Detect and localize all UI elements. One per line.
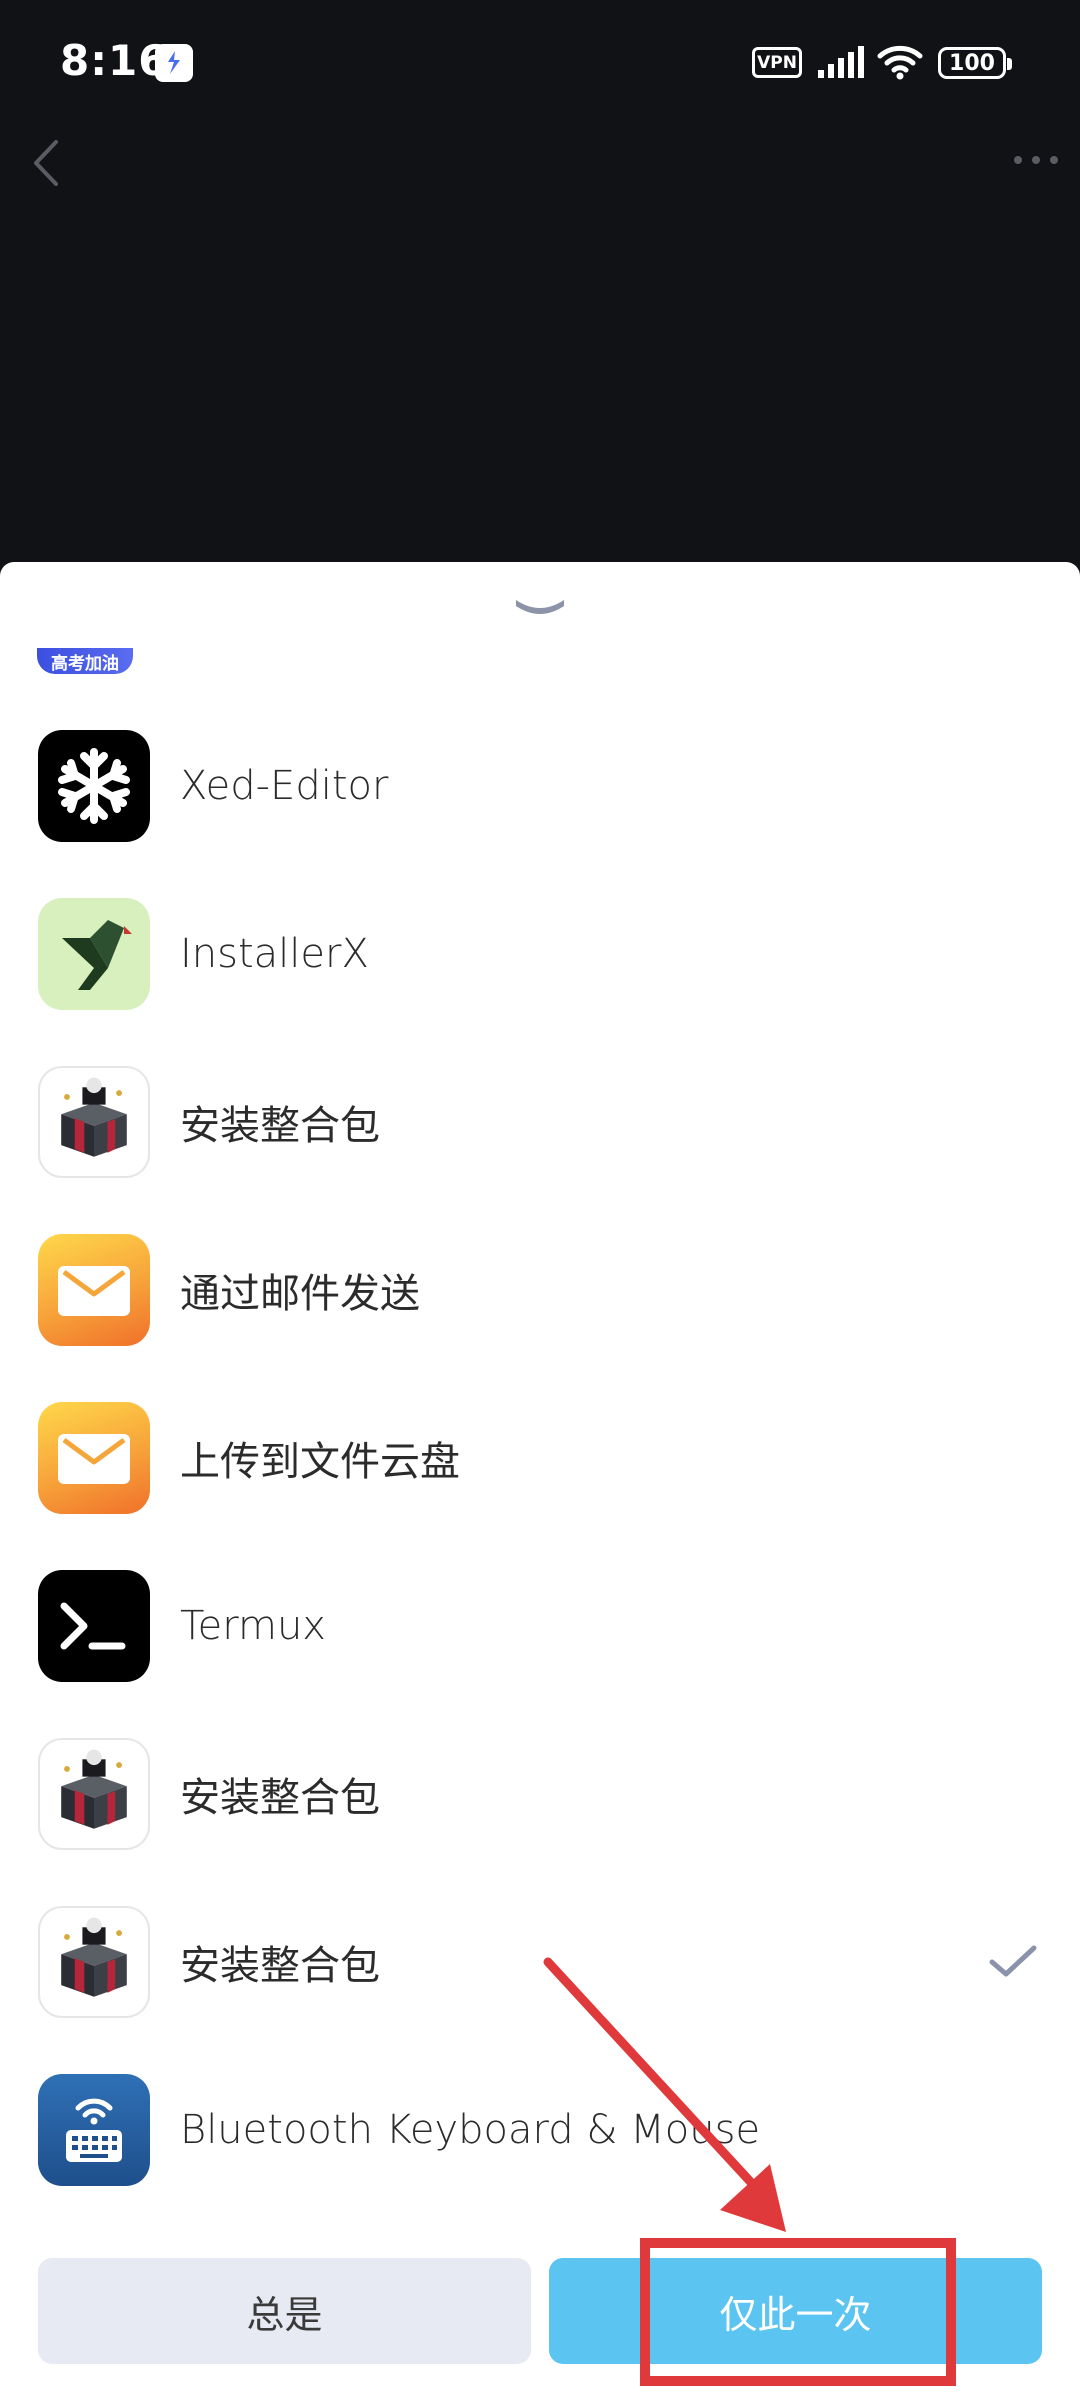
app-row-xed-editor[interactable]: Xed-Editor [0, 702, 1080, 870]
more-button[interactable] [1008, 140, 1064, 180]
app-row-termux[interactable]: Termux [0, 1542, 1080, 1710]
terminal-icon [38, 1570, 150, 1682]
app-label: 安装整合包 [180, 1775, 380, 1821]
app-label: Bluetooth Keyboard & Mouse [180, 2107, 761, 2153]
gift-box-icon [38, 1738, 150, 1850]
signal-icon [818, 46, 866, 84]
app-label: 安装整合包 [180, 1943, 380, 1989]
screen: 8:16 VPN 100 高考加油 Xed-Editor InstallerX … [0, 0, 1080, 2400]
always-button[interactable]: 总是 [38, 2258, 531, 2364]
more-horizontal-icon [1014, 156, 1058, 164]
app-label: InstallerX [180, 931, 369, 977]
snowflake-icon [38, 730, 150, 842]
sheet-collapse-handle[interactable] [510, 592, 570, 622]
gift-box-icon [38, 1906, 150, 2018]
battery-icon: 100 [938, 47, 1012, 79]
status-time: 8:16 [60, 36, 169, 85]
app-row-install-package-2[interactable]: 安装整合包 [0, 1710, 1080, 1878]
mail-icon [38, 1234, 150, 1346]
app-row-install-package-1[interactable]: 安装整合包 [0, 1038, 1080, 1206]
vpn-badge: VPN [752, 47, 802, 78]
back-button[interactable] [22, 128, 72, 198]
app-label: 安装整合包 [180, 1103, 380, 1149]
app-row-installerx[interactable]: InstallerX [0, 870, 1080, 1038]
check-icon [989, 1945, 1037, 1977]
app-label: Xed-Editor [180, 763, 389, 809]
promo-badge: 高考加油 [37, 648, 133, 674]
app-row-install-package-3[interactable]: 安装整合包 [0, 1878, 1080, 2046]
wifi-icon [877, 44, 923, 84]
app-label: 上传到文件云盘 [180, 1439, 460, 1485]
installerx-bird-icon [38, 898, 150, 1010]
annotation-highlight-box [640, 2238, 956, 2386]
app-label: 通过邮件发送 [180, 1271, 420, 1317]
app-row-bluetooth-keyboard-mouse[interactable]: Bluetooth Keyboard & Mouse [0, 2046, 1080, 2214]
chevron-down-icon [516, 600, 564, 614]
app-notification-icon [155, 44, 193, 82]
status-bar: 8:16 VPN 100 [0, 0, 1080, 130]
mail-icon [38, 1402, 150, 1514]
app-row-upload-cloud-drive[interactable]: 上传到文件云盘 [0, 1374, 1080, 1542]
app-label: Termux [180, 1603, 326, 1649]
gift-box-icon [38, 1066, 150, 1178]
share-sheet: 高考加油 Xed-Editor InstallerX 安装整合包 通过邮件发送 … [0, 562, 1080, 2400]
bluetooth-keyboard-icon [38, 2074, 150, 2186]
app-row-send-by-mail[interactable]: 通过邮件发送 [0, 1206, 1080, 1374]
chevron-left-icon [34, 140, 58, 186]
